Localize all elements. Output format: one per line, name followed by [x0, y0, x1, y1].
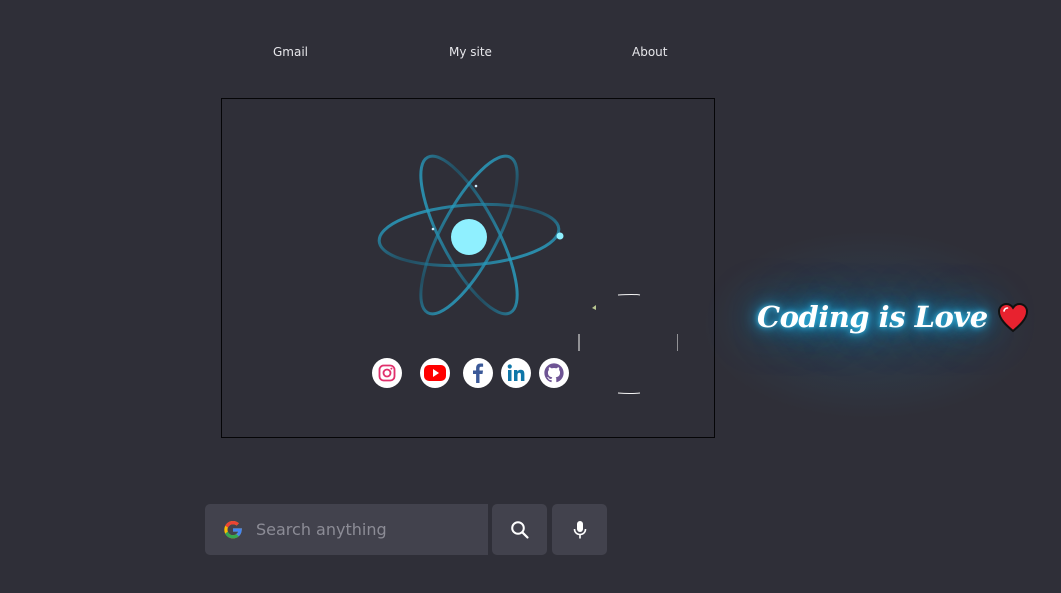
- github-icon: [544, 363, 564, 383]
- instagram-link[interactable]: [372, 358, 402, 388]
- atom-logo: [377, 154, 564, 316]
- showcase-frame: [221, 98, 715, 438]
- facebook-link[interactable]: [463, 358, 493, 388]
- loader-spinner-icon: [578, 294, 678, 394]
- nav-link-about[interactable]: About: [632, 45, 667, 59]
- search-input[interactable]: [254, 519, 478, 540]
- atom-electron: [556, 232, 564, 240]
- nav-link-my-site[interactable]: My site: [449, 45, 492, 59]
- nav-link-gmail[interactable]: Gmail: [273, 45, 308, 59]
- neon-tagline: Coding is Love: [757, 300, 1030, 334]
- atom-nucleus: [451, 219, 487, 255]
- search-bar: [205, 504, 488, 555]
- linkedin-link[interactable]: [501, 358, 531, 388]
- google-icon: [224, 520, 242, 538]
- search-icon: [510, 520, 529, 539]
- heart-icon: [997, 302, 1028, 333]
- github-link[interactable]: [539, 358, 569, 388]
- microphone-icon: [573, 520, 586, 538]
- search-button[interactable]: [492, 504, 547, 555]
- facebook-icon: [473, 363, 484, 383]
- linkedin-icon: [507, 364, 525, 381]
- youtube-icon: [424, 365, 446, 381]
- neon-text: Coding is Love: [757, 300, 988, 334]
- voice-search-button[interactable]: [552, 504, 607, 555]
- youtube-link[interactable]: [420, 358, 450, 388]
- instagram-icon: [378, 364, 396, 382]
